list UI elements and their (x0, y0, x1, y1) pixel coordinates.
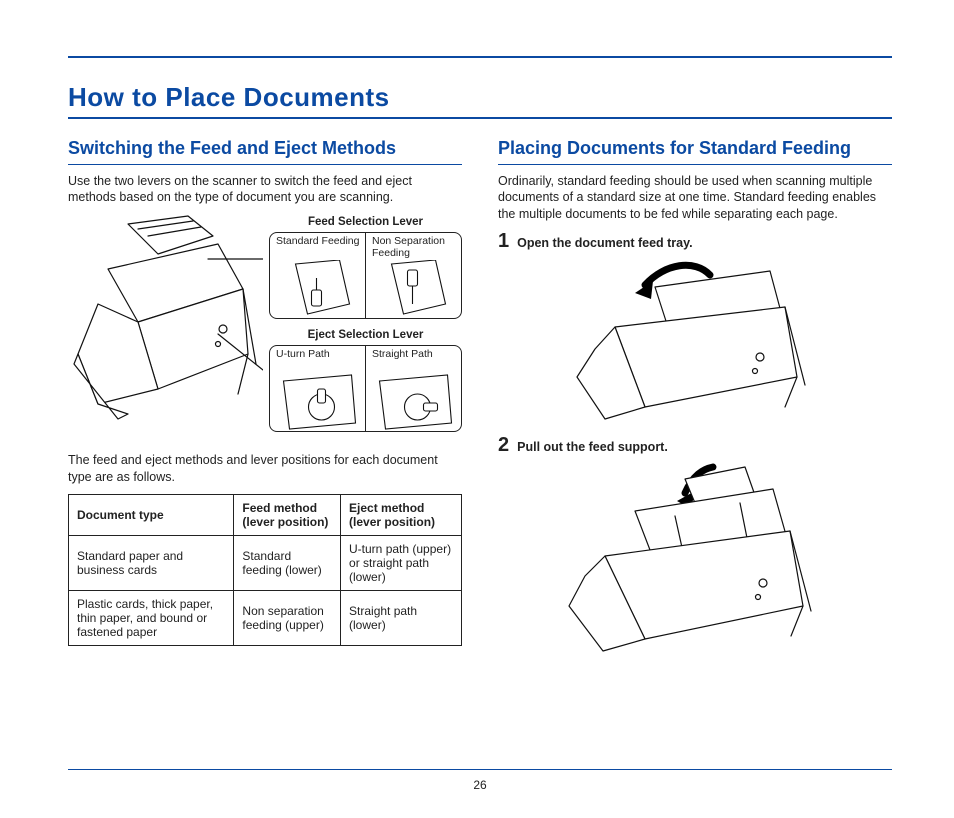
left-para2: The feed and eject methods and lever pos… (68, 452, 462, 486)
top-rule (68, 56, 892, 58)
eject-lever-uturn-label: U-turn Path (270, 346, 365, 373)
table-row: Plastic cards, thick paper, thin paper, … (69, 591, 462, 646)
footer-rule (68, 769, 892, 770)
left-column: Switching the Feed and Eject Methods Use… (68, 137, 462, 669)
table-header-row: Document type Feed method (lever positio… (69, 495, 462, 536)
eject-lever-uturn: U-turn Path (270, 346, 366, 431)
th-doc-type: Document type (69, 495, 234, 536)
feed-eject-table: Document type Feed method (lever positio… (68, 494, 462, 646)
step-1-illustration (535, 257, 855, 427)
eject-lever-row: U-turn Path (269, 345, 462, 432)
td: Plastic cards, thick paper, thin paper, … (69, 591, 234, 646)
step-2-illustration (535, 461, 855, 661)
eject-lever-straight-icon (366, 373, 461, 431)
step-1-text: Open the document feed tray. (517, 236, 693, 250)
page-footer: 26 (68, 769, 892, 794)
two-column-layout: Switching the Feed and Eject Methods Use… (68, 137, 892, 669)
scanner-illustration (68, 214, 263, 424)
feed-lever-nonsep-icon (366, 260, 461, 318)
th-feed: Feed method (lever position) (234, 495, 341, 536)
step-1-number: 1 (498, 231, 509, 251)
feed-lever-title: Feed Selection Lever (269, 216, 462, 228)
title-underline (68, 117, 892, 119)
td: Non separation feeding (upper) (234, 591, 341, 646)
step-2-text: Pull out the feed support. (517, 440, 668, 454)
feed-lever-standard-label: Standard Feeding (270, 233, 365, 260)
lever-diagram-area: Feed Selection Lever Standard Feeding (68, 214, 462, 442)
right-heading-rule (498, 164, 892, 165)
eject-lever-uturn-icon (270, 373, 365, 431)
manual-page: How to Place Documents Switching the Fee… (0, 0, 954, 818)
left-heading-rule (68, 164, 462, 165)
page-title: How to Place Documents (68, 82, 892, 113)
left-heading: Switching the Feed and Eject Methods (68, 137, 462, 160)
right-heading: Placing Documents for Standard Feeding (498, 137, 892, 160)
feed-lever-standard: Standard Feeding (270, 233, 366, 318)
left-intro: Use the two levers on the scanner to swi… (68, 173, 462, 207)
eject-lever-straight: Straight Path (366, 346, 461, 431)
right-intro: Ordinarily, standard feeding should be u… (498, 173, 892, 224)
eject-lever-straight-label: Straight Path (366, 346, 461, 373)
step-2-number: 2 (498, 435, 509, 455)
step-2: 2 Pull out the feed support. (498, 435, 892, 455)
feed-lever-row: Standard Feeding (269, 232, 462, 319)
td: U-turn path (upper) or straight path (lo… (341, 536, 462, 591)
feed-lever-nonsep-label: Non Separation Feeding (366, 233, 461, 260)
th-eject: Eject method (lever position) (341, 495, 462, 536)
feed-lever-nonsep: Non Separation Feeding (366, 233, 461, 318)
lever-panels: Feed Selection Lever Standard Feeding (269, 214, 462, 442)
td: Standard paper and business cards (69, 536, 234, 591)
right-column: Placing Documents for Standard Feeding O… (498, 137, 892, 669)
td: Standard feeding (lower) (234, 536, 341, 591)
eject-lever-title: Eject Selection Lever (269, 329, 462, 341)
td: Straight path (lower) (341, 591, 462, 646)
feed-lever-standard-icon (270, 260, 365, 318)
step-1: 1 Open the document feed tray. (498, 231, 892, 251)
table-row: Standard paper and business cards Standa… (69, 536, 462, 591)
page-number: 26 (473, 778, 486, 792)
